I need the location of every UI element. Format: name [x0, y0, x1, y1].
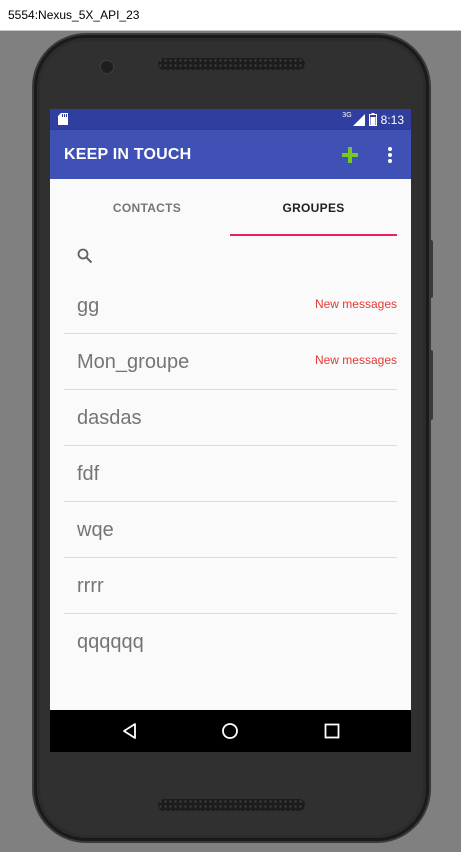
tab-groupes-label: GROUPES	[282, 200, 345, 215]
front-camera	[101, 61, 113, 73]
app-title: KEEP IN TOUCH	[64, 146, 192, 163]
window-title: 5554:Nexus_5X_API_23	[8, 8, 140, 22]
device-screen: 3G 8:13 KEEP IN TOUCH CONTACTS GROUPES g…	[50, 109, 411, 752]
recents-icon[interactable]	[322, 721, 342, 741]
navigation-bar	[50, 710, 411, 752]
signal-icon	[352, 113, 365, 126]
group-list: gg New messages Mon_groupe New messages …	[64, 278, 397, 669]
top-speaker-grille	[158, 58, 305, 70]
group-name: fdf	[77, 463, 100, 485]
more-vert-icon[interactable]	[387, 146, 393, 164]
group-item[interactable]: fdf	[64, 446, 397, 502]
group-name: dasdas	[77, 407, 142, 429]
tab-bar: CONTACTS GROUPES	[50, 179, 411, 236]
bottom-speaker-grille	[158, 799, 305, 811]
group-item[interactable]: dasdas	[64, 390, 397, 446]
group-name: wqe	[77, 519, 114, 541]
home-icon[interactable]	[220, 721, 240, 741]
app-bar: KEEP IN TOUCH	[50, 130, 411, 179]
group-name: gg	[77, 295, 100, 317]
network-type-label: 3G	[342, 112, 352, 119]
volume-button[interactable]	[429, 240, 433, 298]
tab-contacts-label: CONTACTS	[112, 200, 182, 215]
power-button[interactable]	[429, 350, 433, 420]
tab-groupes[interactable]: GROUPES	[230, 179, 397, 236]
group-name: rrrr	[77, 575, 104, 597]
group-item[interactable]: gg New messages	[64, 278, 397, 334]
status-time: 8:13	[380, 112, 404, 127]
back-icon[interactable]	[120, 721, 140, 741]
battery-icon	[368, 113, 377, 126]
group-name: Mon_groupe	[77, 351, 190, 373]
new-messages-badge: New messages	[314, 353, 397, 367]
tab-selected-indicator	[230, 234, 397, 236]
group-item[interactable]: Mon_groupe New messages	[64, 334, 397, 390]
status-bar: 3G 8:13	[50, 109, 411, 130]
add-icon[interactable]	[341, 146, 359, 164]
group-name: qqqqqq	[77, 631, 144, 653]
sd-card-icon	[58, 113, 68, 125]
status-icons: 3G 8:13	[342, 111, 404, 128]
group-item[interactable]: qqqqqq	[64, 614, 397, 669]
tab-contacts[interactable]: CONTACTS	[64, 179, 230, 236]
emulator-titlebar: 5554:Nexus_5X_API_23	[0, 0, 461, 31]
group-item[interactable]: rrrr	[64, 558, 397, 614]
new-messages-badge: New messages	[314, 297, 397, 311]
search-icon[interactable]	[77, 248, 93, 264]
group-item[interactable]: wqe	[64, 502, 397, 558]
